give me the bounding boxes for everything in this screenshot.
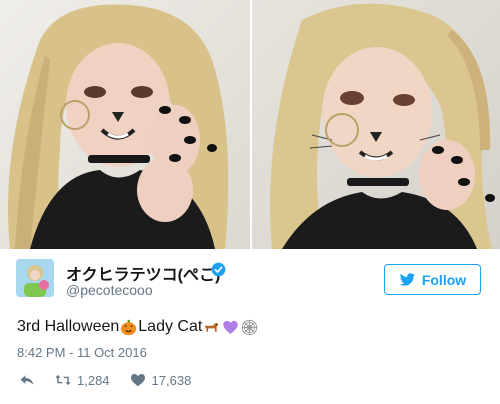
avatar-image — [16, 259, 54, 297]
retweet-button[interactable]: 1,284 — [55, 373, 110, 388]
retweet-icon — [55, 374, 71, 386]
tweet-text: 3rd Halloween Lady Cat — [17, 318, 259, 336]
photo-right[interactable] — [252, 0, 500, 249]
cat-makeup-photo-right — [270, 3, 495, 249]
retweet-count: 1,284 — [77, 372, 110, 388]
jack-o-lantern-icon — [121, 319, 137, 335]
spider-web-icon — [242, 319, 258, 335]
verified-badge-icon — [211, 262, 226, 277]
reply-icon — [20, 375, 34, 385]
tweet-text-part2: Lady Cat — [138, 318, 203, 335]
dog-icon — [205, 322, 219, 332]
tweet-timestamp[interactable]: 8:42 PM - 11 Oct 2016 — [17, 345, 147, 360]
follow-button[interactable]: Follow — [384, 264, 481, 295]
heart-icon — [130, 374, 145, 387]
photo-grid — [0, 0, 500, 249]
reply-button[interactable] — [19, 373, 35, 387]
twitter-bird-icon — [399, 272, 416, 286]
like-count: 17,638 — [151, 372, 192, 388]
like-button[interactable]: 17,638 — [130, 372, 192, 388]
tweet-actions: 1,284 17,638 — [19, 371, 211, 389]
purple-heart-icon — [223, 320, 239, 334]
tweet-text-part1: 3rd Halloween — [17, 318, 120, 335]
tweet-card: オクヒラテツコ(ぺこ) @pecotecooo Follow 3rd Hallo… — [0, 249, 500, 404]
user-handle[interactable]: @pecotecooo — [66, 282, 153, 298]
follow-label: Follow — [421, 271, 467, 288]
cat-makeup-photo-left — [8, 4, 229, 249]
avatar[interactable] — [16, 259, 54, 297]
photo-left[interactable] — [0, 0, 250, 249]
